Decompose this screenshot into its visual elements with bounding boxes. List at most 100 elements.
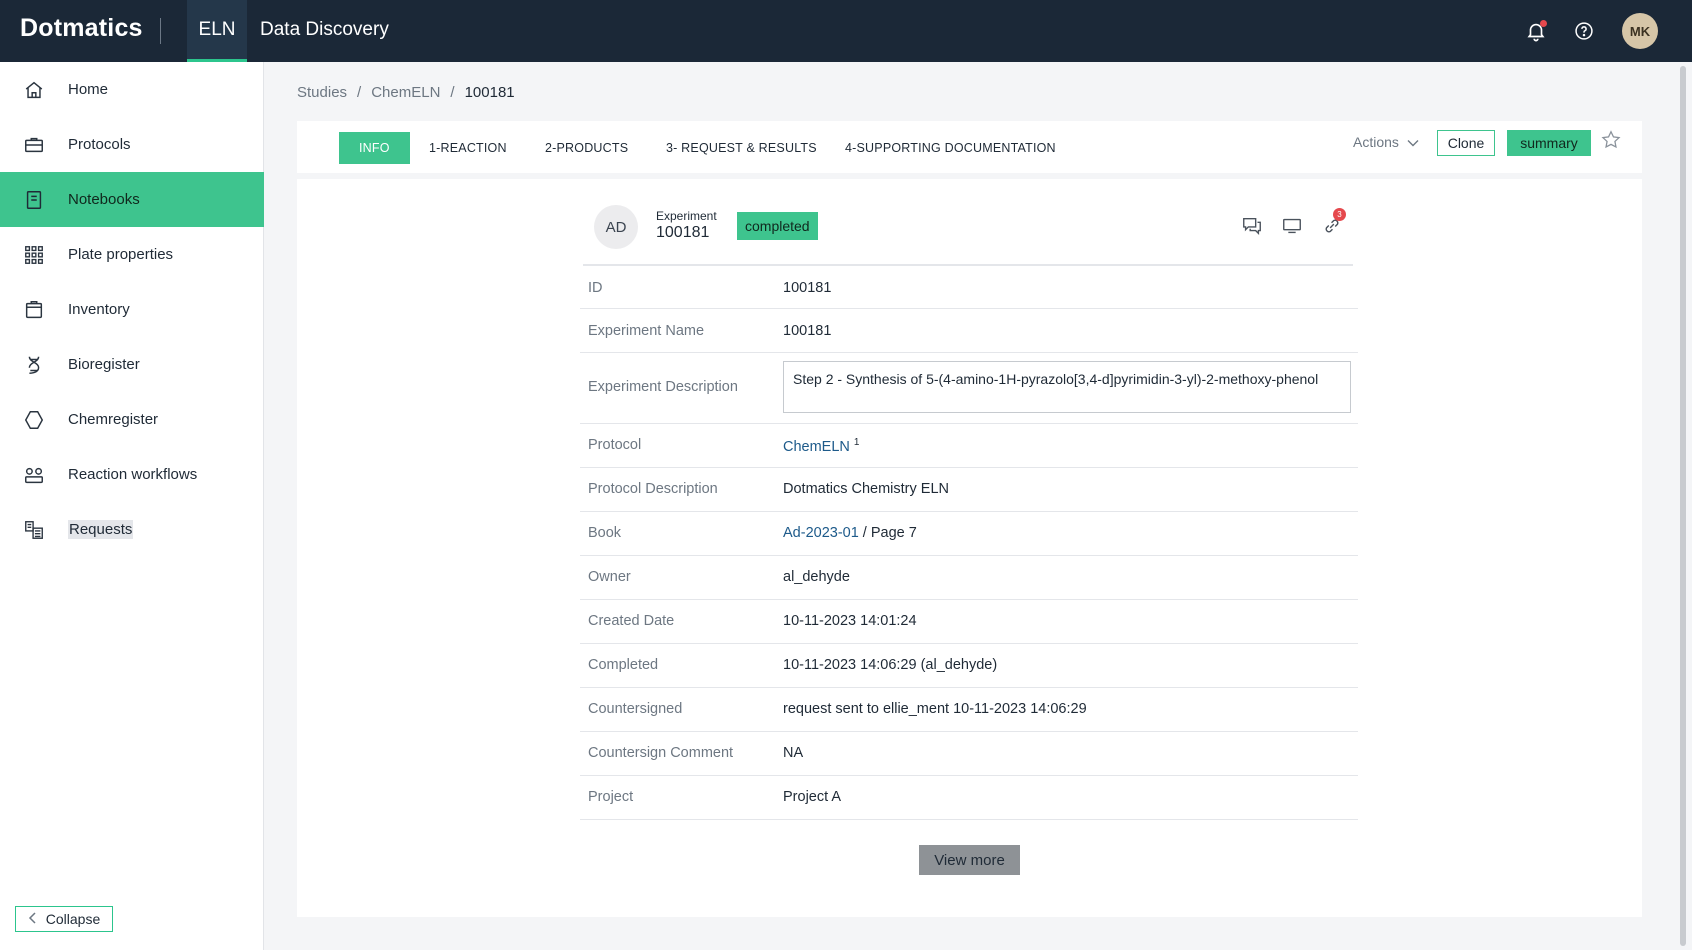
detail-row-id: ID 100181 xyxy=(580,267,1358,309)
dna-icon xyxy=(22,353,46,377)
chevron-down-icon xyxy=(1407,134,1419,150)
detail-label: Completed xyxy=(588,657,659,673)
home-icon xyxy=(22,78,46,102)
sidebar-item-home[interactable]: Home xyxy=(0,62,264,117)
detail-row-experiment-description: Experiment Description Step 2 - Synthesi… xyxy=(580,353,1358,424)
box-icon xyxy=(22,298,46,322)
link-count-badge: 3 xyxy=(1333,208,1346,221)
summary-button[interactable]: summary xyxy=(1507,130,1591,156)
experiment-description-field[interactable]: Step 2 - Synthesis of 5-(4-amino-1H-pyra… xyxy=(783,361,1351,413)
detail-value: 100181 xyxy=(783,323,832,339)
page-scrollbar[interactable] xyxy=(1680,66,1686,946)
book-link[interactable]: Ad-2023-01 xyxy=(783,525,859,541)
detail-label: Countersigned xyxy=(588,701,683,717)
link-icon[interactable]: 3 xyxy=(1321,208,1346,239)
detail-value: al_dehyde xyxy=(783,569,850,585)
sidebar-item-requests[interactable]: Requests xyxy=(0,502,264,557)
view-more-button[interactable]: View more xyxy=(919,845,1020,875)
countersigned-prefix: request sent to xyxy=(783,701,883,717)
detail-row-countersigned: Countersigned request sent to ellie_ment… xyxy=(580,688,1358,732)
hexagon-icon xyxy=(22,408,46,432)
notification-dot xyxy=(1540,20,1547,27)
breadcrumb-separator: / xyxy=(450,84,455,101)
detail-row-protocol-description: Protocol Description Dotmatics Chemistry… xyxy=(580,468,1358,512)
detail-value: Ad-2023-01 / Page 7 xyxy=(783,525,917,541)
tab-supporting-documentation[interactable]: 4-SUPPORTING DOCUMENTATION xyxy=(845,132,1056,164)
sidebar-item-reaction-workflows[interactable]: Reaction workflows xyxy=(0,447,264,502)
detail-value: request sent to ellie_ment 10-11-2023 14… xyxy=(783,701,1087,717)
detail-label: ID xyxy=(588,280,603,296)
sidebar-item-label: Home xyxy=(68,81,109,98)
notification-bell-icon[interactable] xyxy=(1523,18,1549,44)
dotmatics-logo[interactable]: Dotmatics xyxy=(20,14,143,43)
breadcrumb: Studies / ChemELN / 100181 xyxy=(297,84,515,101)
detail-row-completed: Completed 10-11-2023 14:06:29 (al_dehyde… xyxy=(580,644,1358,688)
tab-reaction[interactable]: 1-REACTION xyxy=(429,132,507,164)
monitor-icon[interactable] xyxy=(1281,215,1305,239)
breadcrumb-item-chemeln[interactable]: ChemELN xyxy=(371,84,440,101)
tab-info[interactable]: INFO xyxy=(339,132,410,164)
comments-icon[interactable] xyxy=(1241,215,1265,239)
grid-icon xyxy=(22,243,46,267)
actions-label: Actions xyxy=(1353,134,1399,150)
notebook-icon xyxy=(22,188,46,212)
sidebar-item-inventory[interactable]: Inventory xyxy=(0,282,264,337)
detail-value: 10-11-2023 14:01:24 xyxy=(783,613,917,629)
book-page: / Page 7 xyxy=(858,525,917,541)
status-badge: completed xyxy=(737,212,818,240)
sidebar-item-label: Protocols xyxy=(68,136,131,153)
protocol-link[interactable]: ChemELN xyxy=(783,439,850,455)
sidebar-item-label: Reaction workflows xyxy=(68,466,198,483)
detail-label: Owner xyxy=(588,569,631,585)
help-icon[interactable] xyxy=(1571,18,1597,44)
sidebar-item-bioregister[interactable]: Bioregister xyxy=(0,337,264,392)
detail-label: Countersign Comment xyxy=(588,745,734,761)
sidebar-item-chemregister[interactable]: Chemregister xyxy=(0,392,264,447)
collapse-button[interactable]: Collapse xyxy=(15,906,113,932)
countersigned-user: ellie_ment xyxy=(882,701,950,717)
tab-products[interactable]: 2-PRODUCTS xyxy=(545,132,628,164)
detail-row-project: Project Project A xyxy=(580,776,1358,820)
detail-label: Book xyxy=(588,525,622,541)
detail-row-experiment-name: Experiment Name 100181 xyxy=(580,309,1358,353)
detail-row-owner: Owner al_dehyde xyxy=(580,556,1358,600)
data-discovery-tab[interactable]: Data Discovery xyxy=(260,19,389,41)
sidebar-item-notebooks[interactable]: Notebooks xyxy=(0,172,264,227)
detail-value: Dotmatics Chemistry ELN xyxy=(783,481,949,497)
detail-value: 100181 xyxy=(783,280,832,296)
logo-divider xyxy=(160,18,161,44)
sidebar-item-label: Plate properties xyxy=(68,246,174,263)
clone-button[interactable]: Clone xyxy=(1437,130,1495,156)
detail-label: Project xyxy=(588,789,634,805)
chevron-left-icon xyxy=(28,911,38,927)
experiment-card: AD Experiment 100181 completed 3 ID 1001… xyxy=(297,179,1642,917)
detail-label: Created Date xyxy=(588,613,675,629)
sidebar-item-plate-properties[interactable]: Plate properties xyxy=(0,227,264,282)
sidebar-item-label: Chemregister xyxy=(68,411,159,428)
briefcase-icon xyxy=(22,133,46,157)
actions-dropdown[interactable]: Actions xyxy=(1353,134,1419,150)
sidebar-item-label: Bioregister xyxy=(68,356,140,373)
experiment-label: Experiment xyxy=(656,209,717,223)
top-bar: Dotmatics ELN Data Discovery MK xyxy=(0,0,1692,62)
requests-icon xyxy=(22,518,46,542)
countersigned-time: 10-11-2023 14:06:29 xyxy=(949,701,1087,717)
sidebar-item-label: Inventory xyxy=(68,301,130,318)
user-avatar[interactable]: MK xyxy=(1622,13,1658,49)
protocol-version: 1 xyxy=(853,437,860,448)
experiment-id: 100181 xyxy=(656,224,710,241)
breadcrumb-item-current: 100181 xyxy=(464,84,515,101)
breadcrumb-item-studies[interactable]: Studies xyxy=(297,84,347,101)
sidebar-item-protocols[interactable]: Protocols xyxy=(0,117,264,172)
workflow-icon xyxy=(22,463,46,487)
detail-value: Project A xyxy=(783,789,842,805)
detail-row-created-date: Created Date 10-11-2023 14:01:24 xyxy=(580,600,1358,644)
detail-label: Protocol xyxy=(588,437,642,453)
star-icon[interactable] xyxy=(1600,129,1624,153)
collapse-label: Collapse xyxy=(45,911,101,927)
detail-row-protocol: Protocol ChemELN 1 xyxy=(580,424,1358,468)
detail-value: NA xyxy=(783,745,804,761)
tab-request-results[interactable]: 3- REQUEST & RESULTS xyxy=(666,132,817,164)
header-divider xyxy=(583,264,1353,266)
eln-tab[interactable]: ELN xyxy=(187,0,247,62)
